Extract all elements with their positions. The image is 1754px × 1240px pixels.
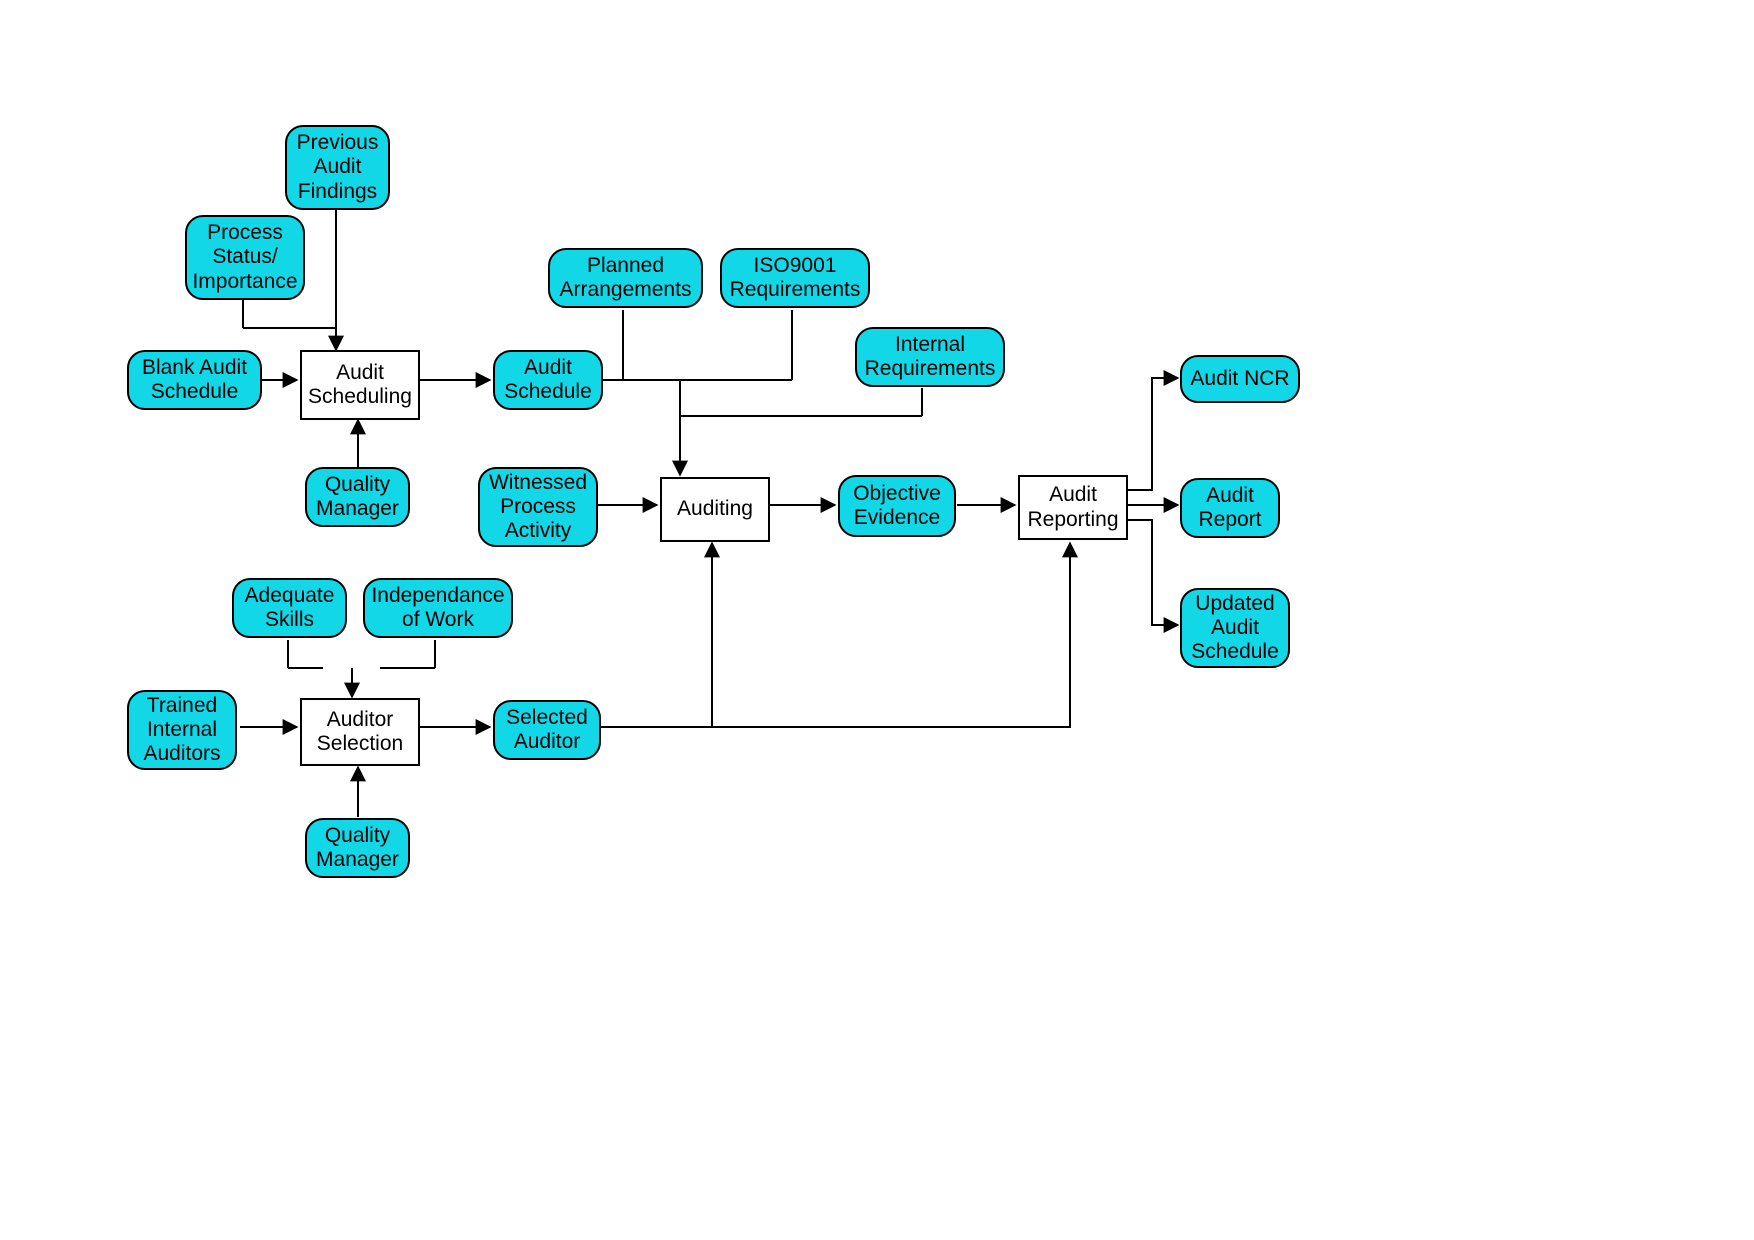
node-independance-of-work: Independance of Work	[363, 578, 513, 638]
node-audit-schedule: Audit Schedule	[493, 350, 603, 410]
node-witnessed-process-activity: Witnessed Process Activity	[478, 467, 598, 547]
node-process-status-importance: Process Status/ Importance	[185, 215, 305, 300]
node-quality-manager-1: Quality Manager	[305, 467, 410, 527]
node-objective-evidence: Objective Evidence	[838, 475, 956, 537]
node-internal-requirements: Internal Requirements	[855, 327, 1005, 387]
node-audit-ncr: Audit NCR	[1180, 355, 1300, 403]
node-planned-arrangements: Planned Arrangements	[548, 248, 703, 308]
node-adequate-skills: Adequate Skills	[232, 578, 347, 638]
node-blank-audit-schedule: Blank Audit Schedule	[127, 350, 262, 410]
node-auditor-selection: Auditor Selection	[300, 698, 420, 766]
node-trained-internal-auditors: Trained Internal Auditors	[127, 690, 237, 770]
node-updated-audit-schedule: Updated Audit Schedule	[1180, 588, 1290, 668]
node-quality-manager-2: Quality Manager	[305, 818, 410, 878]
node-selected-auditor: Selected Auditor	[493, 700, 601, 760]
diagram-canvas: Previous Audit Findings Process Status/ …	[0, 0, 1754, 1240]
node-auditing: Auditing	[660, 477, 770, 542]
node-iso9001-requirements: ISO9001 Requirements	[720, 248, 870, 308]
node-audit-reporting: Audit Reporting	[1018, 475, 1128, 540]
node-audit-scheduling: Audit Scheduling	[300, 350, 420, 420]
node-previous-audit-findings: Previous Audit Findings	[285, 125, 390, 210]
node-audit-report: Audit Report	[1180, 478, 1280, 538]
